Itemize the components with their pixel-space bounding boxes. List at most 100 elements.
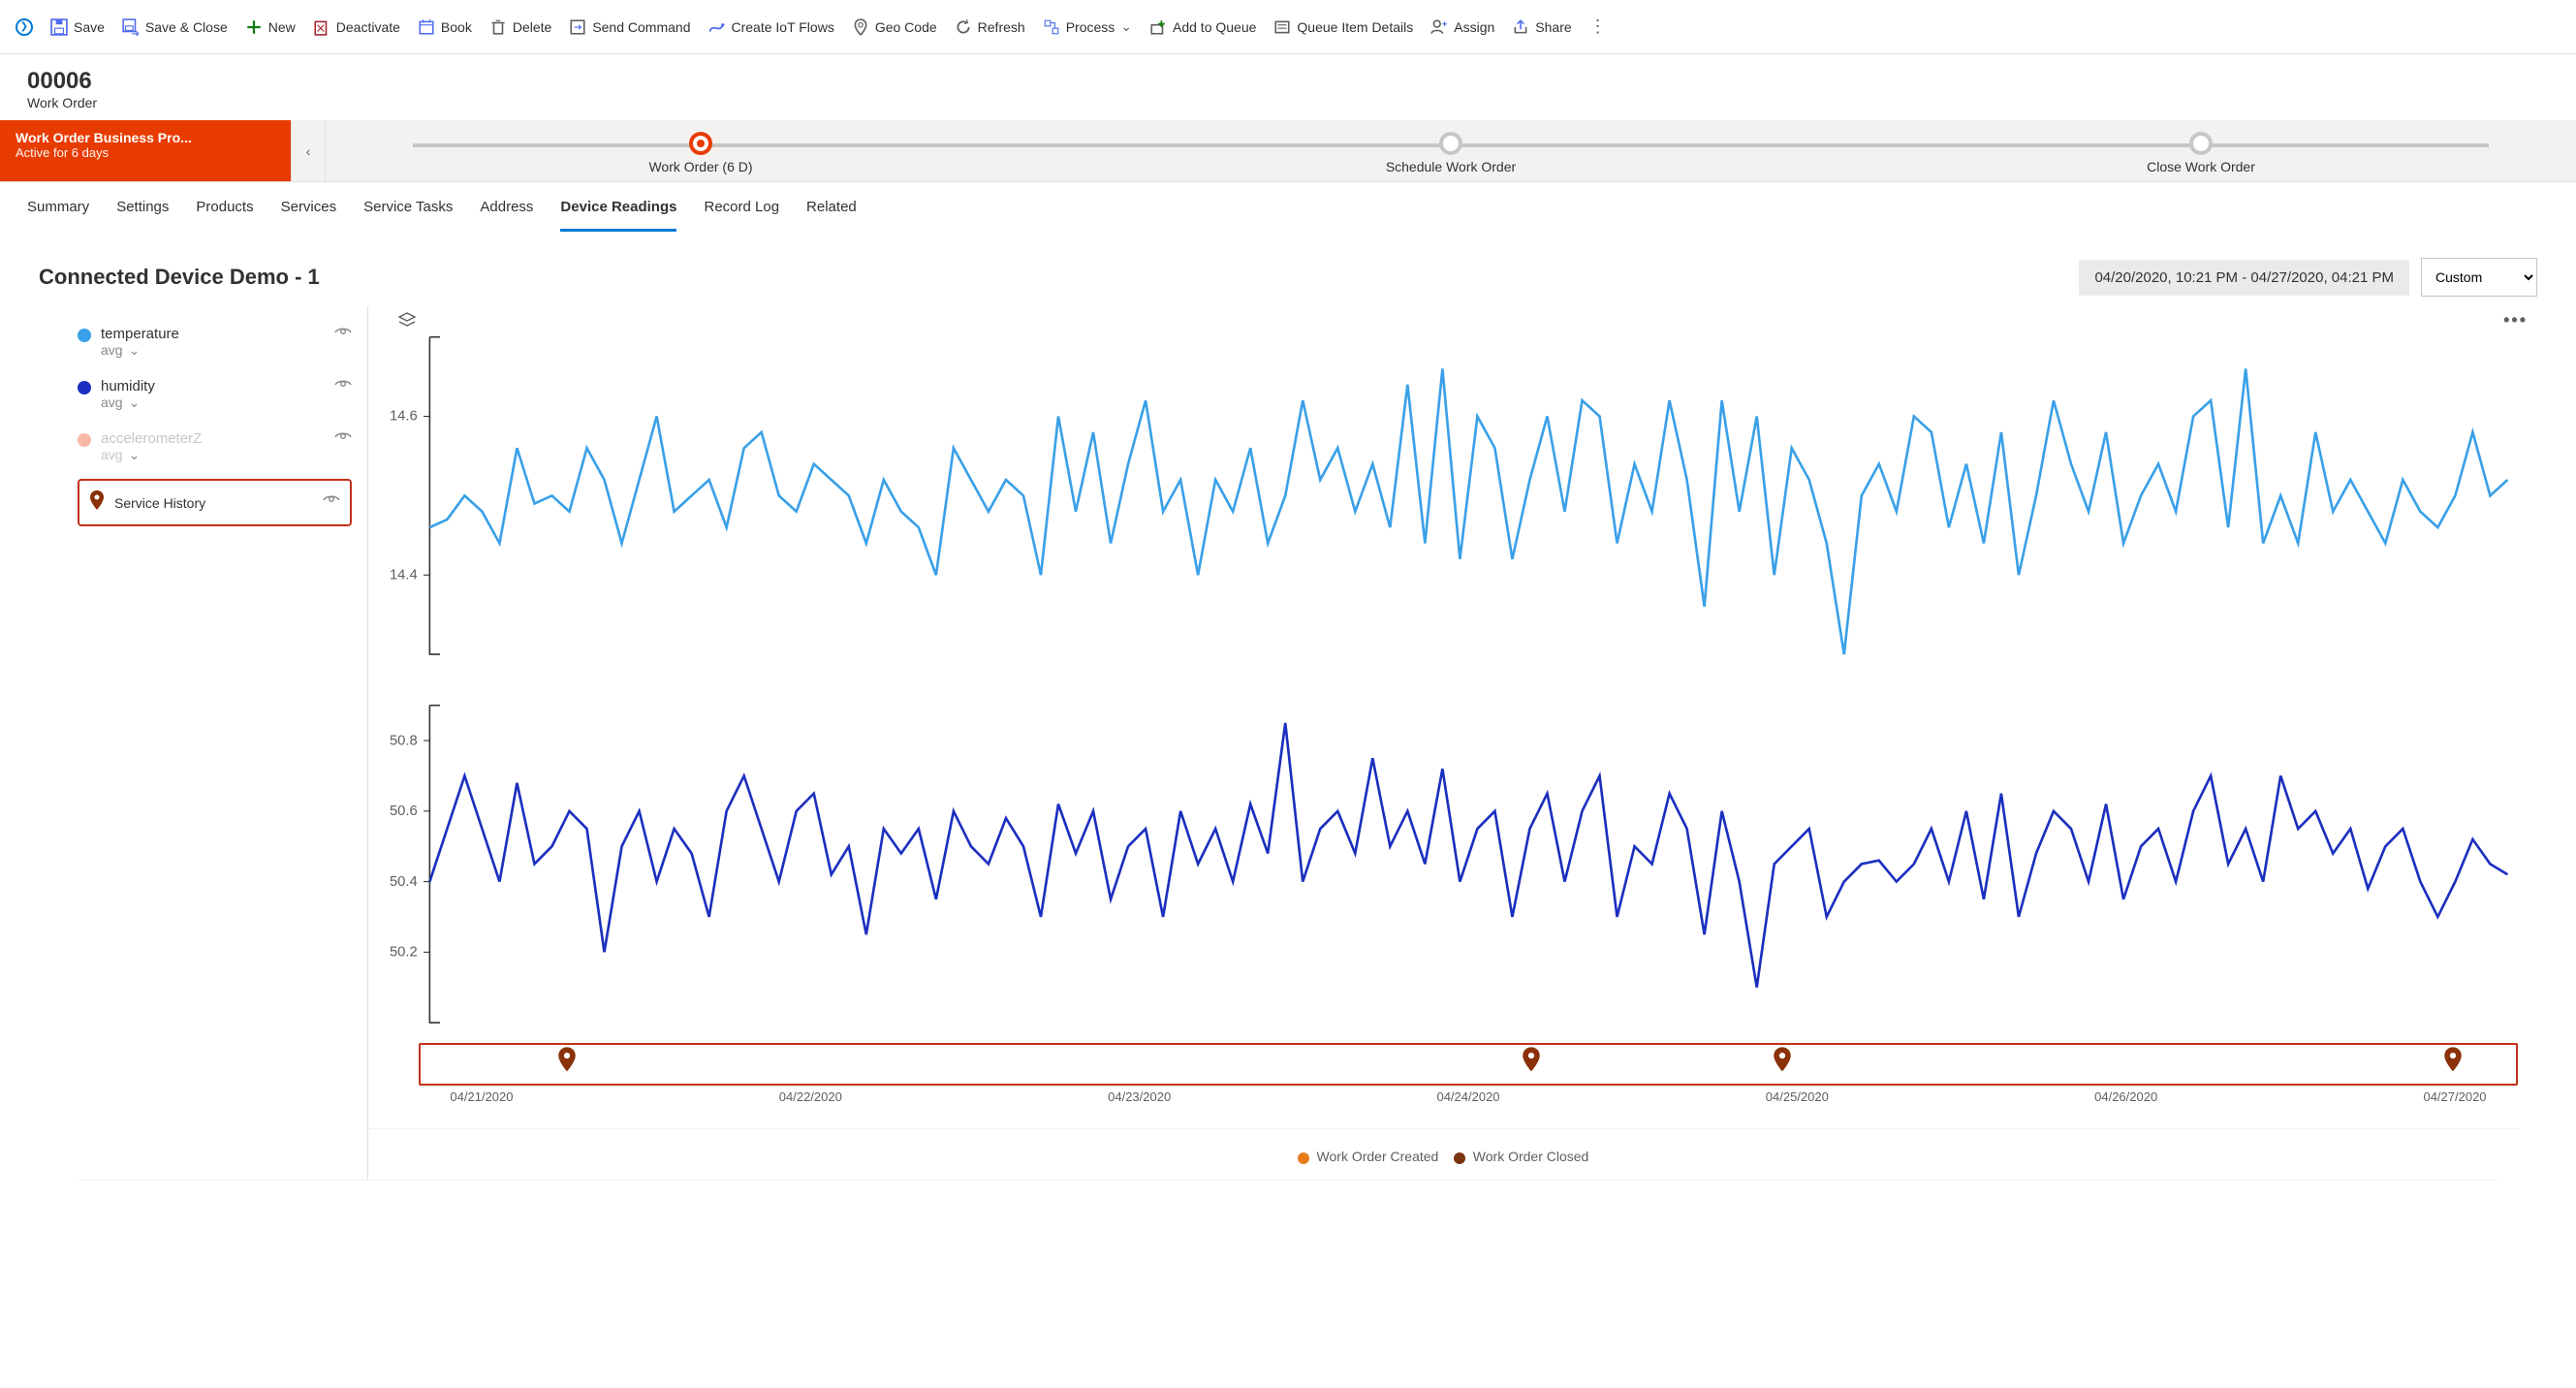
record-title: 00006 bbox=[27, 68, 2549, 95]
book-button[interactable]: Book bbox=[418, 18, 472, 36]
x-tick: 04/27/2020 bbox=[2423, 1089, 2486, 1104]
new-button[interactable]: New bbox=[245, 18, 296, 36]
create-iot-flows-button[interactable]: Create IoT Flows bbox=[707, 18, 833, 36]
legend-sublabel: avg⌄ bbox=[101, 342, 325, 359]
created-label: Work Order Created bbox=[1317, 1149, 1439, 1164]
svg-text:50.6: 50.6 bbox=[390, 804, 418, 819]
legend-service-history[interactable]: Service History bbox=[78, 479, 352, 526]
share-icon bbox=[1512, 18, 1529, 36]
tab-settings[interactable]: Settings bbox=[116, 199, 169, 232]
geo-code-button[interactable]: Geo Code bbox=[852, 18, 937, 36]
bpf-stage[interactable]: Close Work Order bbox=[1826, 120, 2576, 174]
deactivate-icon bbox=[313, 18, 330, 36]
humidity-chart: 50.250.450.650.8 bbox=[368, 675, 2518, 1043]
layers-icon[interactable] bbox=[397, 310, 417, 334]
save-icon bbox=[50, 18, 68, 36]
assign-icon bbox=[1430, 18, 1448, 36]
assign-button[interactable]: Assign bbox=[1430, 18, 1494, 36]
tab-device-readings[interactable]: Device Readings bbox=[560, 199, 676, 232]
share-label: Share bbox=[1535, 19, 1571, 35]
refresh-button[interactable]: Refresh bbox=[955, 18, 1025, 36]
service-pin[interactable] bbox=[1773, 1047, 1792, 1079]
tab-address[interactable]: Address bbox=[480, 199, 533, 232]
x-tick: 04/25/2020 bbox=[1766, 1089, 1829, 1104]
send-icon bbox=[569, 18, 586, 36]
tab-service-tasks[interactable]: Service Tasks bbox=[363, 199, 453, 232]
tab-record-log[interactable]: Record Log bbox=[704, 199, 779, 232]
time-range-display: 04/20/2020, 10:21 PM - 04/27/2020, 04:21… bbox=[2079, 260, 2409, 296]
stage-label: Close Work Order bbox=[2147, 159, 2255, 174]
bpf-bar: Work Order Business Pro... Active for 6 … bbox=[0, 120, 2576, 182]
deactivate-button[interactable]: Deactivate bbox=[313, 18, 400, 36]
bpf-process-title: Work Order Business Pro... bbox=[16, 130, 275, 145]
more-icon[interactable]: ••• bbox=[2503, 310, 2528, 331]
stage-label: Work Order (6 D) bbox=[648, 159, 752, 174]
device-readings-panel: Connected Device Demo - 1 04/20/2020, 10… bbox=[0, 233, 2576, 1206]
x-axis: 04/21/202004/22/202004/23/202004/24/2020… bbox=[419, 1089, 2518, 1117]
send-command-button[interactable]: Send Command bbox=[569, 18, 690, 36]
refresh-label: Refresh bbox=[978, 19, 1025, 35]
service-pin[interactable] bbox=[1522, 1047, 1541, 1079]
tab-products[interactable]: Products bbox=[196, 199, 253, 232]
bpf-collapse-button[interactable]: ‹ bbox=[291, 120, 326, 181]
visibility-toggle-icon[interactable] bbox=[334, 326, 352, 344]
bpf-stage[interactable]: Work Order (6 D) bbox=[326, 120, 1076, 174]
service-pin[interactable] bbox=[2443, 1047, 2463, 1079]
legend-item-accelerometerZ[interactable]: accelerometerZ avg⌄ bbox=[78, 421, 352, 473]
overflow-button[interactable]: ⋮ bbox=[1589, 16, 1607, 37]
share-button[interactable]: Share bbox=[1512, 18, 1571, 36]
chart-bottom-legend: Work Order Created Work Order Closed bbox=[368, 1128, 2518, 1170]
queue-item-details-button[interactable]: Queue Item Details bbox=[1273, 18, 1413, 36]
delete-button[interactable]: Delete bbox=[489, 18, 551, 36]
book-label: Book bbox=[441, 19, 472, 35]
chevron-down-icon: ⌄ bbox=[129, 342, 141, 358]
plus-icon bbox=[245, 18, 263, 36]
queue-add-icon bbox=[1149, 18, 1167, 36]
tab-related[interactable]: Related bbox=[806, 199, 857, 232]
tab-services[interactable]: Services bbox=[281, 199, 337, 232]
legend-column: temperature avg⌄ humidity avg⌄ accelerom… bbox=[39, 306, 368, 1180]
svg-text:14.4: 14.4 bbox=[390, 567, 418, 583]
chevron-down-icon: ⌄ bbox=[1120, 18, 1132, 35]
legend-item-humidity[interactable]: humidity avg⌄ bbox=[78, 368, 352, 421]
service-pins-row bbox=[419, 1043, 2518, 1086]
legend-item-temperature[interactable]: temperature avg⌄ bbox=[78, 316, 352, 368]
legend-dot bbox=[78, 433, 91, 447]
x-tick: 04/26/2020 bbox=[2094, 1089, 2157, 1104]
create-iot-flows-label: Create IoT Flows bbox=[731, 19, 833, 35]
legend-label: temperature bbox=[101, 326, 325, 342]
save-close-button[interactable]: Save & Close bbox=[122, 18, 228, 36]
legend-dot bbox=[78, 329, 91, 342]
x-tick: 04/22/2020 bbox=[779, 1089, 842, 1104]
created-dot bbox=[1298, 1152, 1309, 1164]
bpf-track: Work Order (6 D) Schedule Work Order Clo… bbox=[326, 120, 2576, 181]
record-subtitle: Work Order bbox=[27, 95, 2549, 110]
time-range-select[interactable]: Custom bbox=[2421, 258, 2537, 297]
chevron-down-icon: ⌄ bbox=[129, 394, 141, 410]
legend-dot bbox=[78, 381, 91, 394]
visibility-toggle-icon[interactable] bbox=[334, 378, 352, 396]
x-tick: 04/23/2020 bbox=[1108, 1089, 1171, 1104]
bpf-process-info[interactable]: Work Order Business Pro... Active for 6 … bbox=[0, 120, 291, 181]
add-to-queue-button[interactable]: Add to Queue bbox=[1149, 18, 1256, 36]
service-pin[interactable] bbox=[557, 1047, 577, 1079]
legend-label: accelerometerZ bbox=[101, 430, 325, 447]
save-button[interactable]: Save bbox=[50, 18, 105, 36]
refresh-icon bbox=[955, 18, 972, 36]
bpf-stage[interactable]: Schedule Work Order bbox=[1076, 120, 1826, 174]
tab-summary[interactable]: Summary bbox=[27, 199, 89, 232]
visibility-toggle-icon[interactable] bbox=[323, 493, 340, 512]
command-bar: ❯ Save Save & Close New Deactivate Book … bbox=[0, 0, 2576, 54]
legend-label: humidity bbox=[101, 378, 325, 394]
stage-dot bbox=[1439, 132, 1462, 155]
process-icon bbox=[1043, 18, 1060, 36]
tab-list: Summary Settings Products Services Service T… bbox=[0, 182, 2576, 233]
visibility-toggle-icon[interactable] bbox=[334, 430, 352, 449]
save-label: Save bbox=[74, 19, 105, 35]
back-icon[interactable]: ❯ bbox=[16, 18, 33, 36]
process-button[interactable]: Process ⌄ bbox=[1043, 18, 1132, 36]
chevron-down-icon: ⌄ bbox=[129, 447, 141, 462]
svg-text:14.6: 14.6 bbox=[390, 409, 418, 425]
svg-text:50.4: 50.4 bbox=[390, 874, 418, 890]
stage-dot bbox=[2189, 132, 2213, 155]
